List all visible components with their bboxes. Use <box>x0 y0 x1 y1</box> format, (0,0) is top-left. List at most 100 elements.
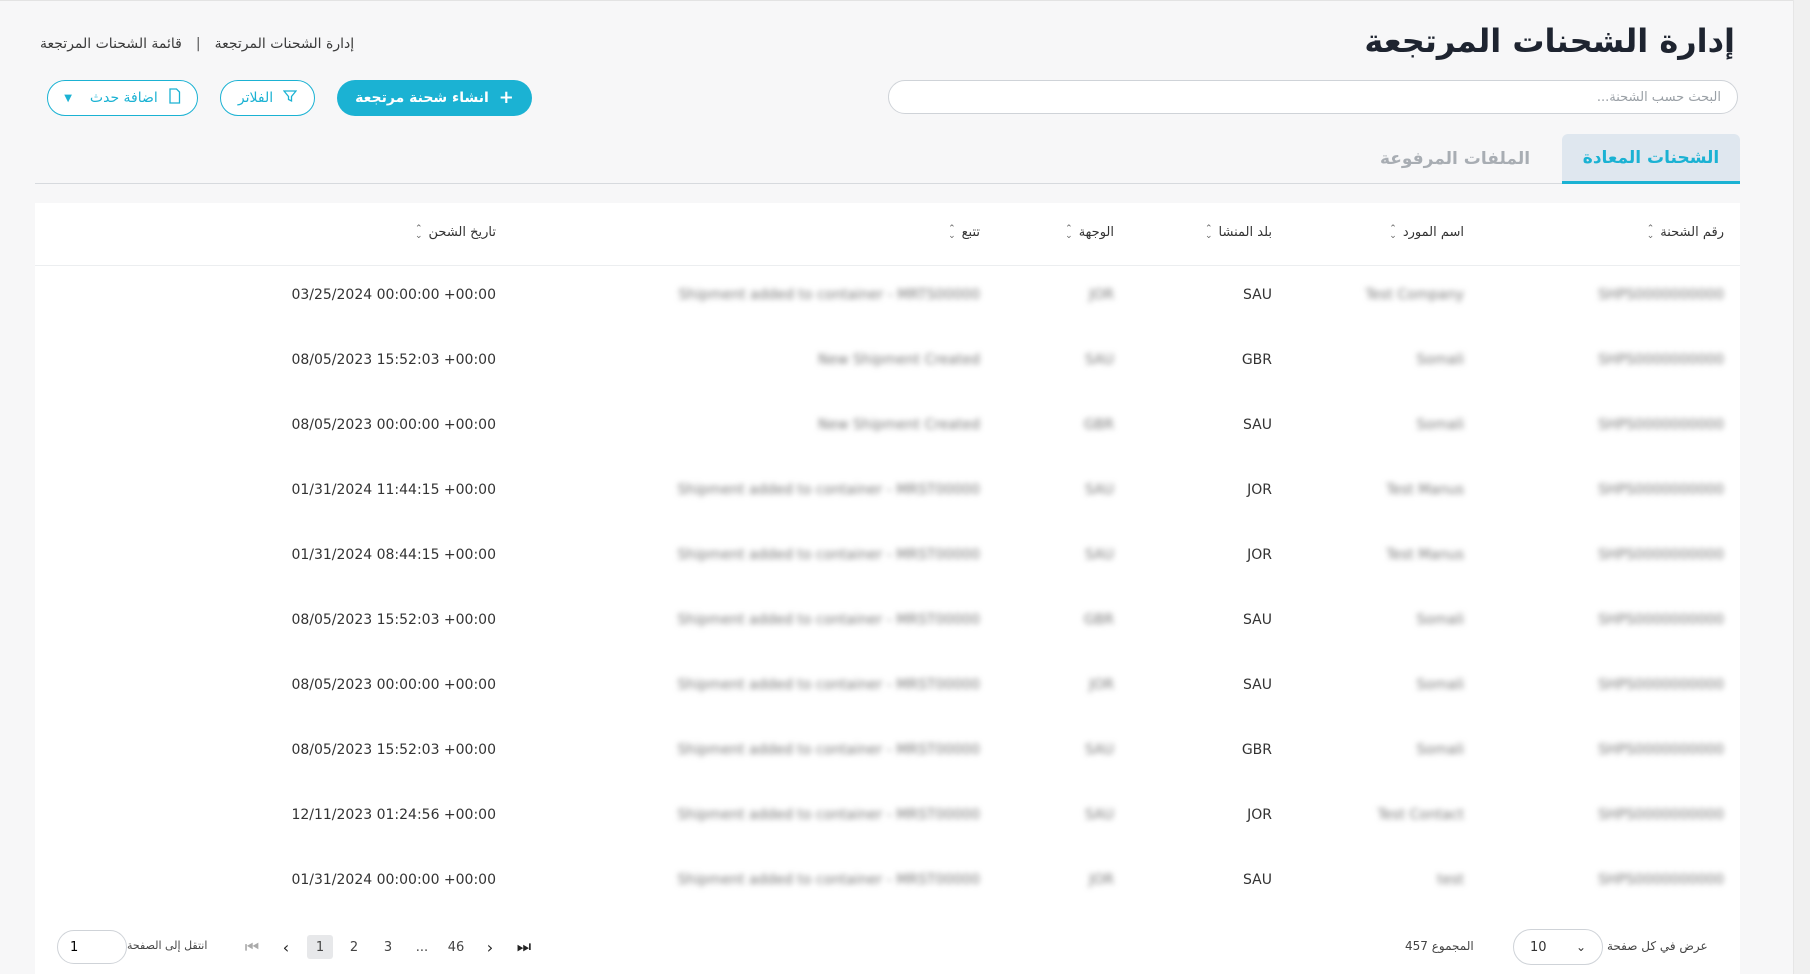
add-event-button[interactable]: اضافة حدث ▼ <box>47 80 198 116</box>
cell-date: 08/05/2023 15:52:03 +00:00 <box>291 742 496 758</box>
table-row[interactable]: SHPS0000000000 Test Manus JOR SAU Shipme… <box>35 525 1740 590</box>
table-row[interactable]: SHPS0000000000 Somali SAU JOR Shipment a… <box>35 655 1740 720</box>
cell-date: 08/05/2023 00:00:00 +00:00 <box>291 677 496 693</box>
column-label: رقم الشحنة <box>1660 225 1724 240</box>
per-page-label: عرض في كل صفحة <box>1607 939 1708 953</box>
cell-origin: JOR <box>1247 807 1272 823</box>
cell-shipment-no[interactable]: SHPS0000000000 <box>1598 677 1724 693</box>
cell-tracking: Shipment added to container - MRST00000 <box>677 677 980 693</box>
page-button-46[interactable]: 46 <box>439 935 473 959</box>
cell-shipment-no[interactable]: SHPS0000000000 <box>1598 482 1724 498</box>
create-return-shipment-button[interactable]: + انشاء شحنة مرتجعة <box>337 80 532 116</box>
shipments-table: رقم الشحنة ⌃ ⌄ اسم المورد ⌃ ⌄ بلد المنشا ⌃… <box>35 203 1740 919</box>
cell-date: 08/05/2023 15:52:03 +00:00 <box>291 612 496 628</box>
table-row[interactable]: SHPS0000000000 Test Manus JOR SAU Shipme… <box>35 460 1740 525</box>
table-row[interactable]: SHPS0000000000 Somali SAU GBR Shipment a… <box>35 590 1740 655</box>
cell-destination: SAU <box>1085 547 1114 563</box>
column-header-destination[interactable]: الوجهة ⌃ ⌄ <box>1065 223 1114 241</box>
breadcrumb-item-management[interactable]: إدارة الشحنات المرتجعة <box>215 36 355 52</box>
cell-shipment-no[interactable]: SHPS0000000000 <box>1598 872 1724 888</box>
chevron-right-icon[interactable]: › <box>473 935 507 959</box>
cell-date: 01/31/2024 11:44:15 +00:00 <box>291 482 496 498</box>
chevron-left-icon[interactable]: ‹ <box>269 935 303 959</box>
cell-shipment-no[interactable]: SHPS0000000000 <box>1598 287 1724 303</box>
cell-tracking: New Shipment Created <box>818 417 980 433</box>
column-header-origin[interactable]: بلد المنشا ⌃ ⌄ <box>1205 224 1272 240</box>
per-page-value: 10 <box>1530 939 1547 955</box>
cell-date: 12/11/2023 01:24:56 +00:00 <box>291 807 496 823</box>
filter-button[interactable]: الفلاتر <box>220 80 315 116</box>
column-label: تاريخ الشحن <box>428 225 496 240</box>
goto-page-input[interactable] <box>57 930 127 964</box>
document-icon <box>168 88 181 108</box>
pagination: ⏮ ‹ 1 2 3 ... 46 › ⏭ <box>235 935 541 959</box>
search-box <box>888 80 1738 114</box>
cell-destination: GBR <box>1083 612 1114 628</box>
cell-origin: SAU <box>1243 287 1272 303</box>
page-title: إدارة الشحنات المرتجعة <box>1364 22 1735 60</box>
per-page-select[interactable]: 10 ⌄ <box>1513 929 1603 965</box>
first-page-icon[interactable]: ⏮ <box>235 935 269 959</box>
funnel-icon <box>282 89 298 107</box>
cell-origin: SAU <box>1243 872 1272 888</box>
cell-shipment-no[interactable]: SHPS0000000000 <box>1598 352 1724 368</box>
column-label: الوجهة <box>1078 225 1114 240</box>
cell-tracking: Shipment added to container - MRST00000 <box>677 807 980 823</box>
column-label: تتبع <box>961 225 980 240</box>
add-event-label: اضافة حدث <box>89 90 158 106</box>
sort-icon: ⌃ ⌄ <box>414 223 423 241</box>
cell-origin: GBR <box>1241 352 1272 368</box>
cell-tracking: Shipment added to container - MRST00000 <box>677 482 980 498</box>
table-row[interactable]: SHPS0000000000 Somali SAU GBR New Shipme… <box>35 395 1740 460</box>
sort-icon: ⌃ ⌄ <box>1646 223 1655 241</box>
column-header-tracking[interactable]: تتبع ⌃ ⌄ <box>948 223 980 241</box>
cell-shipment-no[interactable]: SHPS0000000000 <box>1598 417 1724 433</box>
cell-shipment-no[interactable]: SHPS0000000000 <box>1598 612 1724 628</box>
cell-shipment-no[interactable]: SHPS0000000000 <box>1598 742 1724 758</box>
sort-icon: ⌃ ⌄ <box>1389 223 1397 241</box>
column-header-date[interactable]: تاريخ الشحن ⌃ ⌄ <box>414 223 496 241</box>
cell-supplier: Test Contact <box>1377 807 1465 823</box>
page-scrollbar[interactable] <box>1793 0 1810 974</box>
cell-date: 08/05/2023 00:00:00 +00:00 <box>291 417 496 433</box>
cell-supplier: Somali <box>1416 352 1464 368</box>
cell-supplier: Somali <box>1416 612 1464 628</box>
table-row[interactable]: SHPS0000000000 Test Company SAU JOR Ship… <box>35 265 1740 330</box>
table-row[interactable]: SHPS0000000000 test SAU JOR Shipment add… <box>35 850 1740 915</box>
tab-returned-shipments[interactable]: الشحنات المعادة <box>1562 134 1740 184</box>
cell-supplier: Somali <box>1416 417 1464 433</box>
cell-supplier: Test Manus <box>1386 547 1464 563</box>
table-row[interactable]: SHPS0000000000 Somali GBR SAU Shipment a… <box>35 720 1740 785</box>
cell-origin: JOR <box>1247 547 1272 563</box>
cell-date: 01/31/2024 08:44:15 +00:00 <box>291 547 496 563</box>
cell-supplier: Test Manus <box>1386 482 1464 498</box>
chevron-down-icon: ⌄ <box>1575 940 1586 954</box>
page-button-1[interactable]: 1 <box>307 935 333 959</box>
goto-page-label: انتقل إلى الصفحة <box>127 939 208 952</box>
breadcrumb-separator: | <box>195 36 201 52</box>
page-button-3[interactable]: 3 <box>371 935 405 959</box>
column-header-supplier[interactable]: اسم المورد ⌃ ⌄ <box>1389 223 1464 241</box>
cell-origin: SAU <box>1243 612 1272 628</box>
search-input[interactable] <box>889 81 1737 113</box>
page-button-2[interactable]: 2 <box>337 935 371 959</box>
last-page-icon[interactable]: ⏭ <box>507 935 541 959</box>
cell-destination: JOR <box>1089 677 1114 693</box>
cell-supplier: Somali <box>1416 677 1464 693</box>
cell-supplier: Somali <box>1416 742 1464 758</box>
cell-shipment-no[interactable]: SHPS0000000000 <box>1598 547 1724 563</box>
table-footer: انتقل إلى الصفحة ⏮ ‹ 1 2 3 ... 46 › ⏭ ال… <box>35 919 1740 974</box>
table-row[interactable]: SHPS0000000000 Test Contact JOR SAU Ship… <box>35 785 1740 850</box>
table-row[interactable]: SHPS0000000000 Somali GBR SAU New Shipme… <box>35 330 1740 395</box>
column-header-shipment-no[interactable]: رقم الشحنة ⌃ ⌄ <box>1646 223 1724 241</box>
caret-down-icon: ▼ <box>64 92 72 104</box>
cell-destination: JOR <box>1089 872 1114 888</box>
cell-origin: SAU <box>1243 677 1272 693</box>
cell-destination: SAU <box>1085 482 1114 498</box>
cell-destination: GBR <box>1083 417 1114 433</box>
cell-destination: SAU <box>1085 807 1114 823</box>
sort-icon: ⌃ ⌄ <box>1065 223 1073 241</box>
cell-shipment-no[interactable]: SHPS0000000000 <box>1598 807 1724 823</box>
tab-uploaded-files[interactable]: الملفات المرفوعة <box>1365 134 1545 184</box>
sort-icon: ⌃ ⌄ <box>948 223 956 241</box>
